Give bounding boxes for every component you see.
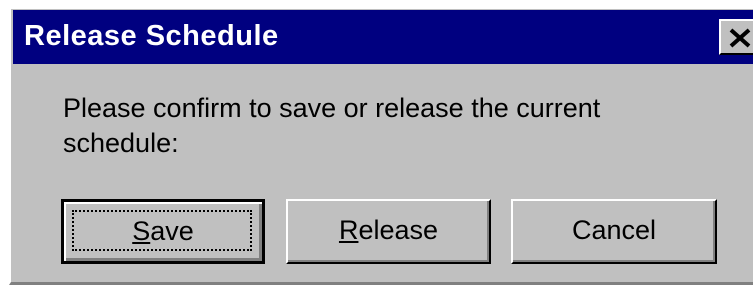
release-button-label: Release xyxy=(339,215,438,245)
release-mnemonic: R xyxy=(338,215,359,245)
close-icon xyxy=(729,28,751,48)
cancel-button-label: Cancel xyxy=(571,215,657,245)
close-button[interactable] xyxy=(719,19,753,55)
confirmation-message: Please confirm to save or release the cu… xyxy=(63,93,601,158)
save-mnemonic: S xyxy=(132,216,151,246)
title-bar[interactable]: Release Schedule xyxy=(13,10,753,64)
save-label-rest: ave xyxy=(150,216,194,246)
release-label-rest: elease xyxy=(358,215,439,245)
save-button[interactable]: Save xyxy=(61,199,265,264)
release-schedule-dialog: Release Schedule Please confirm to save … xyxy=(9,7,753,285)
cancel-button[interactable]: Cancel xyxy=(511,199,717,264)
save-button-label: Save xyxy=(132,216,194,246)
release-button[interactable]: Release xyxy=(286,199,491,264)
dialog-title: Release Schedule xyxy=(24,20,279,52)
